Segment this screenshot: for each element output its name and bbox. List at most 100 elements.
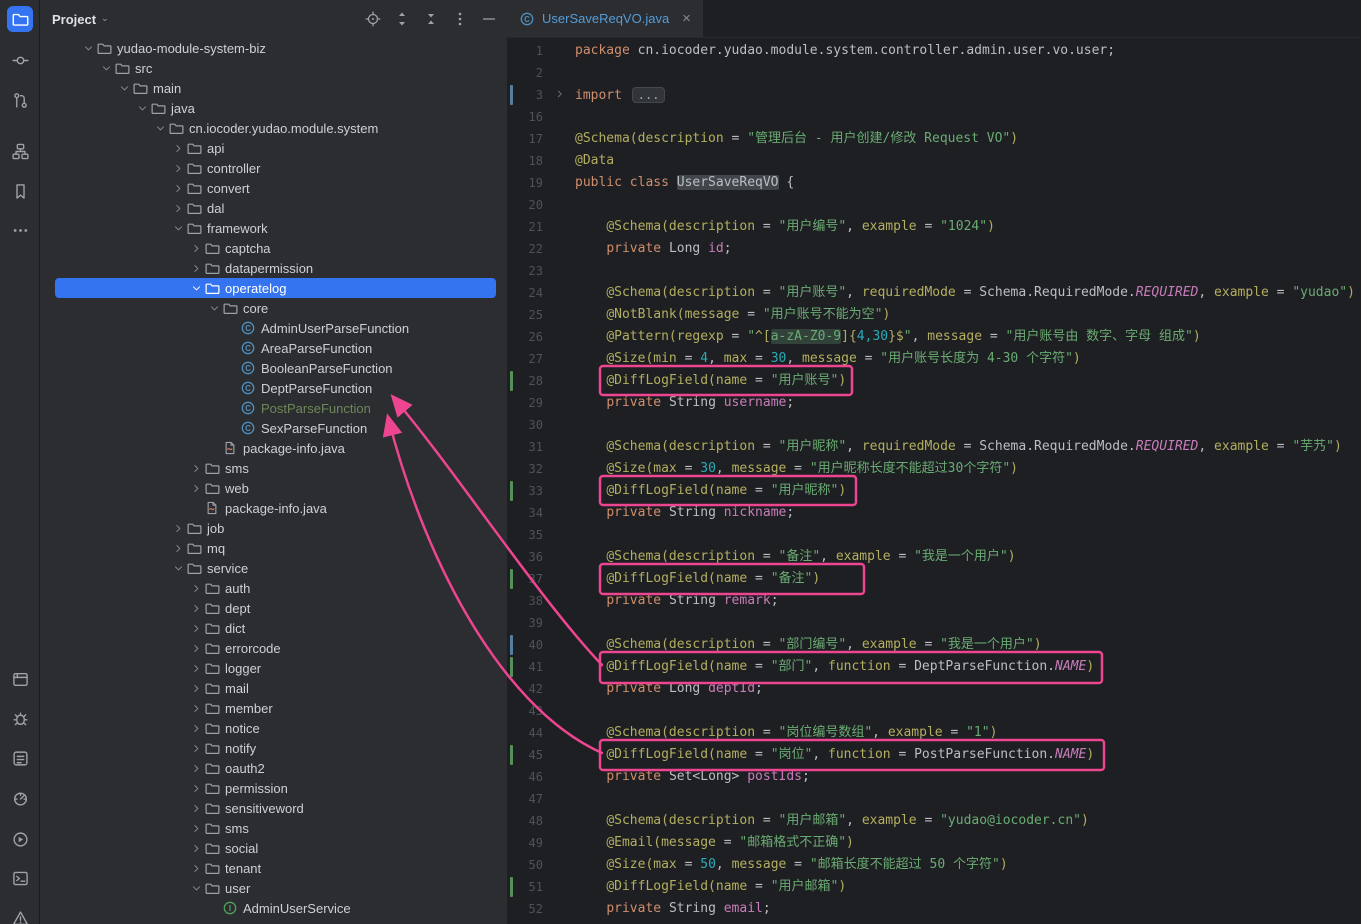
tree-item-notify[interactable]: notify	[40, 738, 507, 758]
chevron-icon[interactable]	[188, 598, 204, 618]
code-line-27[interactable]: 27 @Size(min = 4, max = 30, message = "用…	[507, 348, 1361, 370]
tree-item-social[interactable]: social	[40, 838, 507, 858]
code-line-22[interactable]: 22 private Long id;	[507, 238, 1361, 260]
code-line-48[interactable]: 48 @Schema(description = "用户邮箱", example…	[507, 810, 1361, 832]
code-line-25[interactable]: 25 @NotBlank(message = "用户账号不能为空")	[507, 304, 1361, 326]
gutter[interactable]: 35	[507, 524, 575, 546]
tree-item-logger[interactable]: logger	[40, 658, 507, 678]
tree-item-main[interactable]: main	[40, 78, 507, 98]
chevron-icon[interactable]	[170, 158, 186, 178]
chevron-down-icon[interactable]: ⌄	[101, 13, 109, 24]
gutter[interactable]: 47	[507, 788, 575, 810]
chevron-icon[interactable]	[170, 558, 186, 578]
gutter[interactable]: 28	[507, 370, 575, 392]
code-line-3[interactable]: 3import ...	[507, 84, 1361, 106]
chevron-icon[interactable]	[188, 618, 204, 638]
code-line-40[interactable]: 40 @Schema(description = "部门编号", example…	[507, 634, 1361, 656]
gutter[interactable]: 45	[507, 744, 575, 766]
tree-item-permission[interactable]: permission	[40, 778, 507, 798]
chevron-icon[interactable]	[134, 98, 150, 118]
chevron-icon[interactable]	[188, 478, 204, 498]
gutter[interactable]: 26	[507, 326, 575, 348]
tree-item-operatelog[interactable]: operatelog	[40, 278, 507, 298]
code-line-47[interactable]: 47	[507, 788, 1361, 810]
gutter[interactable]: 50	[507, 854, 575, 876]
tree-item-auth[interactable]: auth	[40, 578, 507, 598]
code-line-45[interactable]: 45 @DiffLogField(name = "岗位", function =…	[507, 744, 1361, 766]
tree-item-framework[interactable]: framework	[40, 218, 507, 238]
tree-item-oauth2[interactable]: oauth2	[40, 758, 507, 778]
collapse-all-icon[interactable]	[423, 11, 439, 27]
code-line-31[interactable]: 31 @Schema(description = "用户昵称", require…	[507, 436, 1361, 458]
expand-all-icon[interactable]	[394, 11, 410, 27]
gutter[interactable]: 43	[507, 700, 575, 722]
tree-item-sms[interactable]: sms	[40, 458, 507, 478]
code-line-23[interactable]: 23	[507, 260, 1361, 282]
tree-item-datapermission[interactable]: datapermission	[40, 258, 507, 278]
chevron-icon[interactable]	[188, 638, 204, 658]
chevron-icon[interactable]	[188, 658, 204, 678]
gutter[interactable]: 16	[507, 106, 575, 128]
chevron-icon[interactable]	[188, 578, 204, 598]
gutter[interactable]: 25	[507, 304, 575, 326]
tree-item-sensitiveword[interactable]: sensitiveword	[40, 798, 507, 818]
gutter[interactable]: 20	[507, 194, 575, 216]
chevron-icon[interactable]	[188, 818, 204, 838]
gutter[interactable]: 19	[507, 172, 575, 194]
structure-icon[interactable]	[7, 138, 33, 164]
profiler-icon[interactable]	[7, 785, 33, 811]
code-line-34[interactable]: 34 private String nickname;	[507, 502, 1361, 524]
chevron-icon[interactable]	[206, 298, 222, 318]
code-line-42[interactable]: 42 private Long deptId;	[507, 678, 1361, 700]
gutter[interactable]: 36	[507, 546, 575, 568]
editor-tab-usersavereqvo[interactable]: C UserSaveReqVO.java ×	[507, 0, 703, 37]
code-line-51[interactable]: 51 @DiffLogField(name = "用户邮箱")	[507, 876, 1361, 898]
tree-item-adminuserparsefunction[interactable]: CAdminUserParseFunction	[40, 318, 507, 338]
tree-item-package-info-java[interactable]: package-info.java	[40, 498, 507, 518]
bookmarks-icon[interactable]	[7, 178, 33, 204]
tree-item-postparsefunction[interactable]: CPostParseFunction	[40, 398, 507, 418]
project-panel-title[interactable]: Project	[52, 12, 96, 27]
code-line-44[interactable]: 44 @Schema(description = "岗位编号数组", examp…	[507, 722, 1361, 744]
gutter[interactable]: 40	[507, 634, 575, 656]
tree-item-core[interactable]: core	[40, 298, 507, 318]
code-line-39[interactable]: 39	[507, 612, 1361, 634]
code-line-37[interactable]: 37 @DiffLogField(name = "备注")	[507, 568, 1361, 590]
chevron-icon[interactable]	[188, 838, 204, 858]
gutter[interactable]: 44	[507, 722, 575, 744]
code-line-36[interactable]: 36 @Schema(description = "备注", example =…	[507, 546, 1361, 568]
tree-item-src[interactable]: src	[40, 58, 507, 78]
tree-item-areaparsefunction[interactable]: CAreaParseFunction	[40, 338, 507, 358]
chevron-icon[interactable]	[188, 458, 204, 478]
code-line-30[interactable]: 30	[507, 414, 1361, 436]
code-line-41[interactable]: 41 @DiffLogField(name = "部门", function =…	[507, 656, 1361, 678]
gutter[interactable]: 24	[507, 282, 575, 304]
chevron-icon[interactable]	[188, 858, 204, 878]
chevron-icon[interactable]	[188, 758, 204, 778]
chevron-icon[interactable]	[188, 718, 204, 738]
commit-icon[interactable]	[7, 47, 33, 73]
gutter[interactable]: 3	[507, 84, 575, 106]
gutter[interactable]: 22	[507, 238, 575, 260]
fold-indicator-icon[interactable]	[555, 89, 565, 99]
gutter[interactable]: 30	[507, 414, 575, 436]
tree-item-member[interactable]: member	[40, 698, 507, 718]
code-line-28[interactable]: 28 @DiffLogField(name = "用户账号")	[507, 370, 1361, 392]
project-icon[interactable]	[7, 6, 33, 32]
chevron-icon[interactable]	[188, 678, 204, 698]
code-line-21[interactable]: 21 @Schema(description = "用户编号", example…	[507, 216, 1361, 238]
gutter[interactable]: 23	[507, 260, 575, 282]
chevron-icon[interactable]	[188, 778, 204, 798]
pull-requests-icon[interactable]	[7, 87, 33, 113]
chevron-icon[interactable]	[188, 698, 204, 718]
chevron-icon[interactable]	[170, 538, 186, 558]
terminal-icon[interactable]	[7, 865, 33, 891]
tree-item-service[interactable]: service	[40, 558, 507, 578]
gutter[interactable]: 46	[507, 766, 575, 788]
tree-item-errorcode[interactable]: errorcode	[40, 638, 507, 658]
chevron-icon[interactable]	[170, 138, 186, 158]
gutter[interactable]: 29	[507, 392, 575, 414]
tree-item-dict[interactable]: dict	[40, 618, 507, 638]
gutter[interactable]: 18	[507, 150, 575, 172]
gutter[interactable]: 38	[507, 590, 575, 612]
